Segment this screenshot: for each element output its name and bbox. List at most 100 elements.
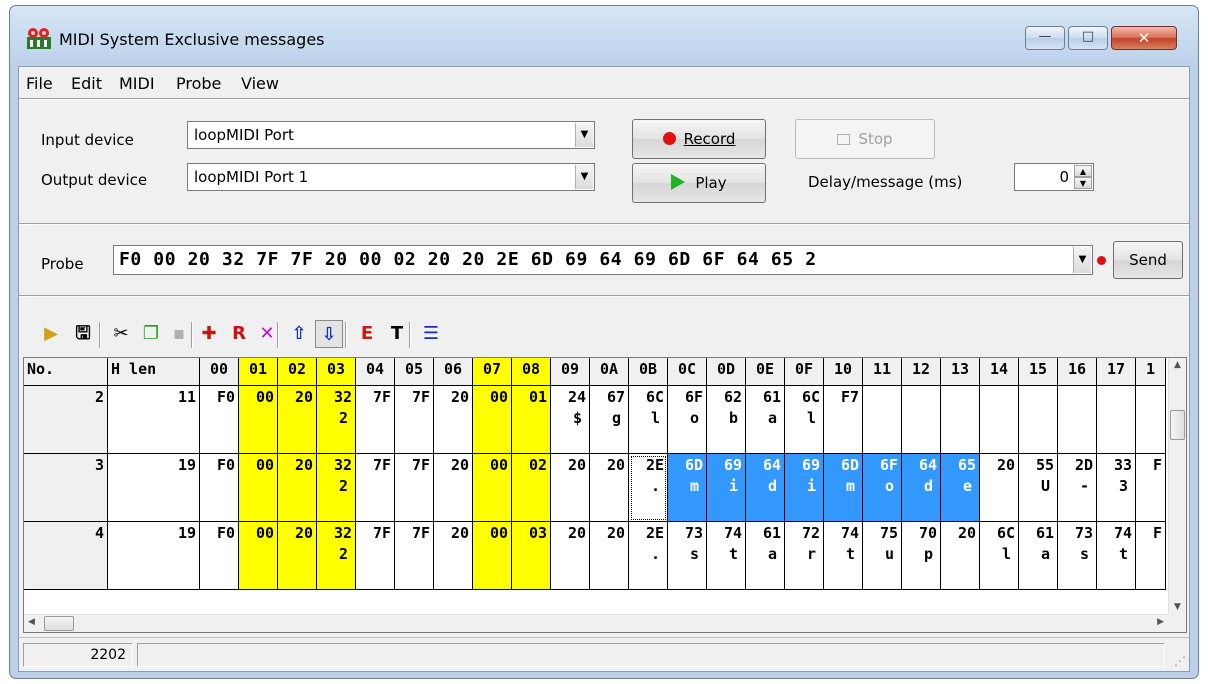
data-cell[interactable]: F0 <box>200 522 239 590</box>
data-cell[interactable]: F <box>1136 522 1166 590</box>
h-len-cell[interactable]: 11 <box>108 386 200 454</box>
data-cell[interactable]: 65 e <box>941 454 980 522</box>
data-cell[interactable]: 69 i <box>785 454 824 522</box>
data-cell[interactable]: 6C l <box>629 386 668 454</box>
minimize-button[interactable]: — <box>1025 26 1065 50</box>
close-button[interactable]: ✕ <box>1111 26 1177 50</box>
data-cell[interactable]: 6D m <box>668 454 707 522</box>
data-cell[interactable]: 02 <box>512 454 551 522</box>
menu-midi[interactable]: MIDI <box>119 74 155 93</box>
edit-icon[interactable]: E <box>353 320 381 348</box>
data-cell[interactable]: 7F <box>395 522 434 590</box>
stop-button[interactable]: Stop <box>795 119 935 159</box>
spin-down-icon[interactable]: ▼ <box>1074 177 1092 189</box>
h-len-cell[interactable]: 19 <box>108 454 200 522</box>
column-header[interactable]: 05 <box>395 358 434 386</box>
scroll-down-icon[interactable]: ▼ <box>1169 602 1186 612</box>
column-header[interactable]: 15 <box>1019 358 1058 386</box>
text-icon[interactable]: T <box>383 320 411 348</box>
data-cell[interactable]: 74 t <box>707 522 746 590</box>
column-header[interactable]: 09 <box>551 358 590 386</box>
data-cell[interactable]: 20 <box>278 454 317 522</box>
column-header[interactable]: 08 <box>512 358 551 386</box>
data-cell[interactable]: 6D m <box>824 454 863 522</box>
move-up-icon[interactable]: ⇧ <box>285 320 313 348</box>
column-header[interactable]: 07 <box>473 358 512 386</box>
probe-input[interactable]: F0 00 20 32 7F 7F 20 00 02 20 20 2E 6D 6… <box>113 245 1093 275</box>
data-cell[interactable]: 7F <box>395 386 434 454</box>
horizontal-scroll-thumb[interactable] <box>44 616 74 631</box>
data-cell[interactable]: 74 t <box>1097 522 1136 590</box>
data-cell[interactable]: 64 d <box>746 454 785 522</box>
record-button[interactable]: Record <box>632 119 766 159</box>
column-header[interactable]: 14 <box>980 358 1019 386</box>
resize-grip-icon[interactable]: ⋰ <box>1174 654 1186 668</box>
column-header[interactable]: No. <box>24 358 108 386</box>
cut-icon[interactable]: ✂ <box>107 320 135 348</box>
data-cell[interactable]: F0 <box>200 454 239 522</box>
data-cell[interactable]: 73 s <box>668 522 707 590</box>
delay-spin-buttons[interactable]: ▲ ▼ <box>1074 165 1092 189</box>
data-cell[interactable]: 7F <box>356 454 395 522</box>
send-button[interactable]: Send <box>1113 241 1183 279</box>
horizontal-scrollbar[interactable]: ◀ ▶ <box>24 614 1168 632</box>
data-cell[interactable]: 73 s <box>1058 522 1097 590</box>
data-cell[interactable]: 70 p <box>902 522 941 590</box>
add-icon[interactable]: ✚ <box>195 320 223 348</box>
column-header[interactable]: 0F <box>785 358 824 386</box>
data-cell[interactable] <box>1019 386 1058 454</box>
column-header[interactable]: 0A <box>590 358 629 386</box>
data-cell[interactable]: 00 <box>473 522 512 590</box>
data-cell[interactable]: 64 d <box>902 454 941 522</box>
save-icon[interactable]: 🖫 <box>69 320 97 348</box>
title-bar[interactable]: MIDI System Exclusive messages — □ ✕ <box>10 6 1198 66</box>
data-cell[interactable]: 20 <box>551 454 590 522</box>
data-cell[interactable]: 20 <box>434 386 473 454</box>
data-cell[interactable]: 72 r <box>785 522 824 590</box>
open-icon[interactable]: ▶ <box>37 320 65 348</box>
data-cell[interactable]: 24 $ <box>551 386 590 454</box>
menu-probe[interactable]: Probe <box>176 74 221 93</box>
data-cell[interactable]: 00 <box>473 454 512 522</box>
list-icon[interactable]: ☰ <box>417 320 445 348</box>
spin-up-icon[interactable]: ▲ <box>1074 165 1092 177</box>
menu-file[interactable]: File <box>26 74 53 93</box>
data-cell[interactable]: 33 3 <box>1097 454 1136 522</box>
column-header[interactable]: 16 <box>1058 358 1097 386</box>
output-device-select[interactable]: loopMIDI Port 1 ▼ <box>187 163 595 191</box>
data-cell[interactable]: 61 a <box>746 522 785 590</box>
data-cell[interactable]: 20 <box>590 522 629 590</box>
column-header[interactable]: H len <box>108 358 200 386</box>
column-header[interactable]: 03 <box>317 358 356 386</box>
scroll-up-icon[interactable]: ▲ <box>1169 360 1186 370</box>
data-cell[interactable]: 2E. <box>629 454 668 522</box>
column-header[interactable]: 10 <box>824 358 863 386</box>
chevron-down-icon[interactable]: ▼ <box>1073 247 1091 273</box>
vertical-scroll-thumb[interactable] <box>1170 410 1185 440</box>
data-cell[interactable]: 20 <box>434 522 473 590</box>
data-cell[interactable]: F0 <box>200 386 239 454</box>
column-header[interactable]: 0B <box>629 358 668 386</box>
data-cell[interactable]: 20 <box>434 454 473 522</box>
copy-icon[interactable]: ❐ <box>137 320 165 348</box>
data-cell[interactable] <box>902 386 941 454</box>
data-cell[interactable]: 01 <box>512 386 551 454</box>
data-cell[interactable]: 20 <box>980 454 1019 522</box>
column-header[interactable]: 12 <box>902 358 941 386</box>
data-cell[interactable]: 20 <box>941 522 980 590</box>
data-cell[interactable]: 69 i <box>707 454 746 522</box>
data-cell[interactable] <box>1058 386 1097 454</box>
data-cell[interactable]: 7F <box>356 386 395 454</box>
data-cell[interactable]: 6C l <box>980 522 1019 590</box>
data-cell[interactable]: 32 2 <box>317 386 356 454</box>
data-cell[interactable]: 00 <box>239 522 278 590</box>
row-header[interactable]: 3 <box>24 454 108 522</box>
replace-icon[interactable]: R <box>225 320 253 348</box>
data-cell[interactable] <box>863 386 902 454</box>
column-header[interactable]: 1 <box>1136 358 1166 386</box>
data-cell[interactable]: 20 <box>590 454 629 522</box>
column-header[interactable]: 0C <box>668 358 707 386</box>
play-button[interactable]: Play <box>632 163 766 203</box>
data-cell[interactable]: 00 <box>473 386 512 454</box>
column-header[interactable]: 0D <box>707 358 746 386</box>
